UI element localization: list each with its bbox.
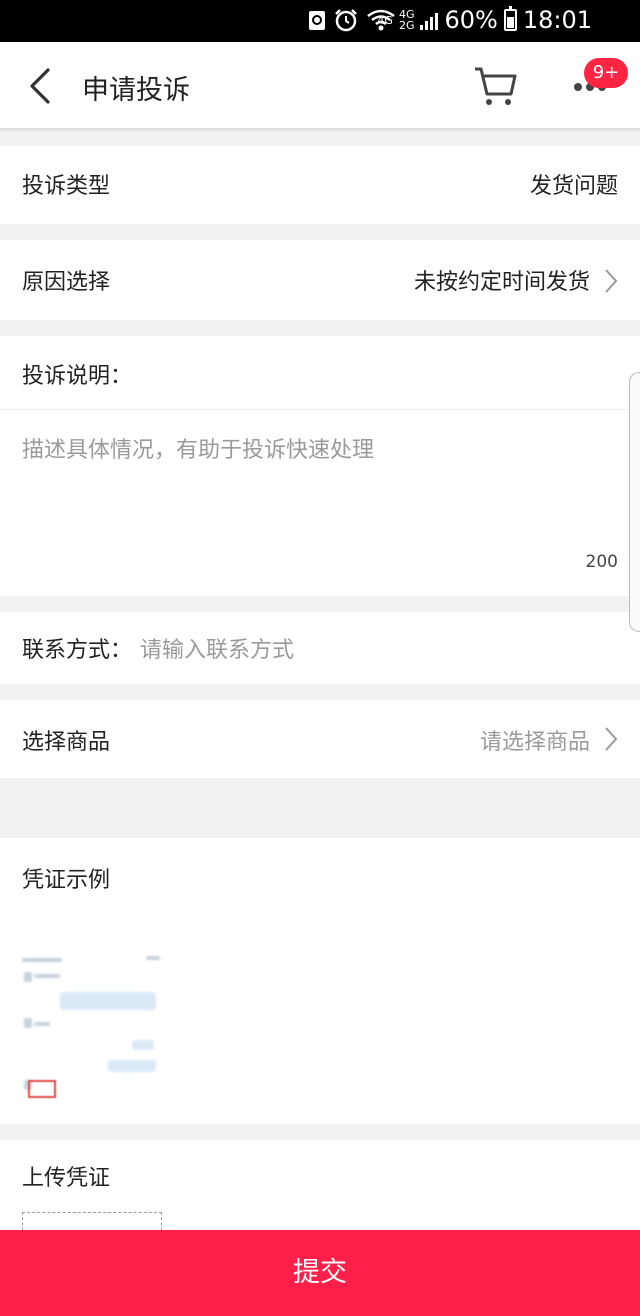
page-title: 申请投诉 xyxy=(82,75,190,106)
notification-badge: 9+ xyxy=(584,58,628,88)
product-label: 选择商品 xyxy=(22,730,111,755)
contact-label: 联系方式： xyxy=(22,638,133,663)
alarm-icon xyxy=(335,9,357,32)
side-scroll-handle[interactable] xyxy=(629,372,640,632)
description-placeholder: 描述具体情况，有助于投诉快速处理 xyxy=(22,438,375,463)
upload-proof-label: 上传凭证 xyxy=(22,1166,111,1191)
proof-example-label: 凭证示例 xyxy=(22,868,111,893)
complaint-type-label: 投诉类型 xyxy=(22,174,111,199)
complaint-type-row: 投诉类型 发货问题 xyxy=(0,146,640,224)
cart-icon[interactable] xyxy=(472,64,518,108)
reason-select-row[interactable]: 原因选择 未按约定时间发货 xyxy=(0,240,640,320)
battery-icon xyxy=(503,6,517,31)
contact-row[interactable]: 联系方式： 请输入联系方式 xyxy=(0,612,640,684)
description-textarea[interactable]: 描述具体情况，有助于投诉快速处理 200 xyxy=(0,410,640,596)
product-select-row[interactable]: 选择商品 请选择商品 xyxy=(0,700,640,778)
back-arrow-icon[interactable] xyxy=(24,66,60,106)
description-label: 投诉说明： xyxy=(22,364,133,389)
reason-label: 原因选择 xyxy=(22,270,111,295)
chevron-right-icon xyxy=(605,727,618,751)
product-placeholder: 请选择商品 xyxy=(479,730,590,755)
contact-input[interactable]: 请输入联系方式 xyxy=(140,632,294,664)
battery-percent: 60% xyxy=(444,6,498,34)
network-type-bottom: 2G xyxy=(398,19,415,32)
submit-button[interactable]: 提交 xyxy=(0,1230,640,1316)
signal-icon xyxy=(420,10,439,30)
complaint-type-value: 发货问题 xyxy=(529,174,618,199)
dual-network-label: 4G 2G xyxy=(399,9,415,31)
description-header: 投诉说明： xyxy=(0,336,640,410)
network-type-label: 4G xyxy=(377,13,393,27)
chevron-right-icon xyxy=(605,269,618,293)
status-bar: 4G 4G 2G 60% 18:01 xyxy=(0,0,640,42)
clock: 18:01 xyxy=(522,6,592,34)
sync-icon xyxy=(309,11,325,30)
nav-bar: 申请投诉 9+ xyxy=(0,42,640,129)
reason-value: 未按约定时间发货 xyxy=(413,270,590,295)
proof-example-image[interactable] xyxy=(22,952,164,1102)
char-limit: 200 xyxy=(585,552,618,572)
